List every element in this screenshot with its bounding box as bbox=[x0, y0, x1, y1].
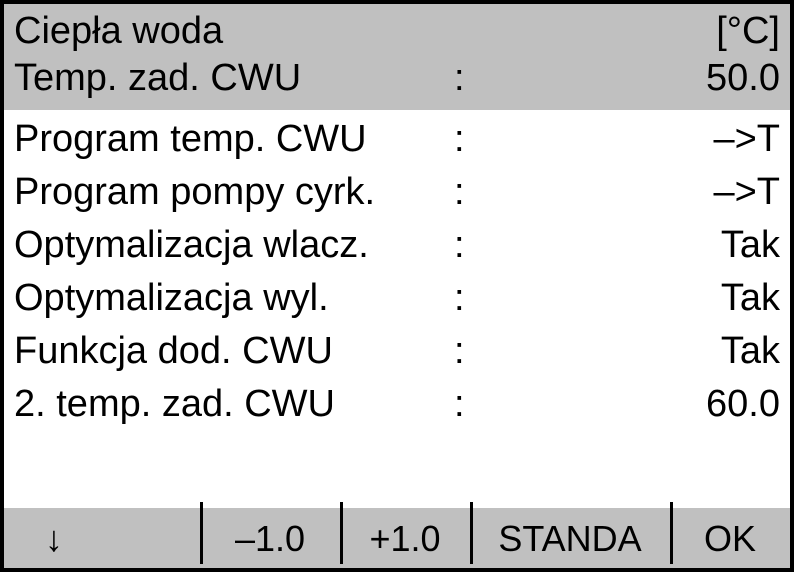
colon: : bbox=[454, 57, 494, 100]
standard-button[interactable]: STANDA bbox=[470, 510, 670, 568]
list-item[interactable]: Program pompy cyrk. : –>T bbox=[4, 167, 790, 218]
item-label: 2. temp. zad. CWU bbox=[14, 383, 454, 426]
item-value: –>T bbox=[494, 118, 780, 161]
colon: : bbox=[454, 383, 494, 426]
item-label: Optymalizacja wlacz. bbox=[14, 224, 454, 267]
list-item[interactable]: 2. temp. zad. CWU : 60.0 bbox=[4, 379, 790, 430]
item-value: Tak bbox=[494, 330, 780, 373]
colon: : bbox=[454, 118, 494, 161]
item-value: 60.0 bbox=[494, 383, 780, 426]
settings-list: Program temp. CWU : –>T Program pompy cy… bbox=[4, 110, 790, 508]
item-label: Funkcja dod. CWU bbox=[14, 330, 454, 373]
down-button[interactable]: ↓ bbox=[4, 510, 104, 568]
item-value: –>T bbox=[494, 171, 780, 214]
increment-button[interactable]: +1.0 bbox=[340, 510, 470, 568]
controller-screen: Ciepła woda [°C] Temp. zad. CWU : 50.0 P… bbox=[0, 0, 794, 572]
empty-button bbox=[104, 510, 200, 568]
item-label: Program pompy cyrk. bbox=[14, 171, 454, 214]
setpoint-value[interactable]: 50.0 bbox=[494, 57, 780, 100]
list-item[interactable]: Optymalizacja wyl. : Tak bbox=[4, 273, 790, 324]
footer-buttons: ↓ –1.0 +1.0 STANDA OK bbox=[4, 508, 790, 568]
colon: : bbox=[454, 330, 494, 373]
list-item[interactable]: Funkcja dod. CWU : Tak bbox=[4, 326, 790, 377]
item-label: Optymalizacja wyl. bbox=[14, 277, 454, 320]
header: Ciepła woda [°C] Temp. zad. CWU : 50.0 bbox=[4, 4, 790, 110]
unit-label: [°C] bbox=[716, 10, 780, 53]
colon: : bbox=[454, 171, 494, 214]
colon: : bbox=[454, 277, 494, 320]
list-item[interactable]: Optymalizacja wlacz. : Tak bbox=[4, 220, 790, 271]
arrow-down-icon: ↓ bbox=[45, 518, 63, 560]
decrement-button[interactable]: –1.0 bbox=[200, 510, 340, 568]
setpoint-label: Temp. zad. CWU bbox=[14, 57, 454, 100]
ok-button[interactable]: OK bbox=[670, 510, 790, 568]
item-value: Tak bbox=[494, 277, 780, 320]
item-label: Program temp. CWU bbox=[14, 118, 454, 161]
colon: : bbox=[454, 224, 494, 267]
item-value: Tak bbox=[494, 224, 780, 267]
page-title: Ciepła woda bbox=[14, 10, 223, 53]
list-item[interactable]: Program temp. CWU : –>T bbox=[4, 114, 790, 165]
